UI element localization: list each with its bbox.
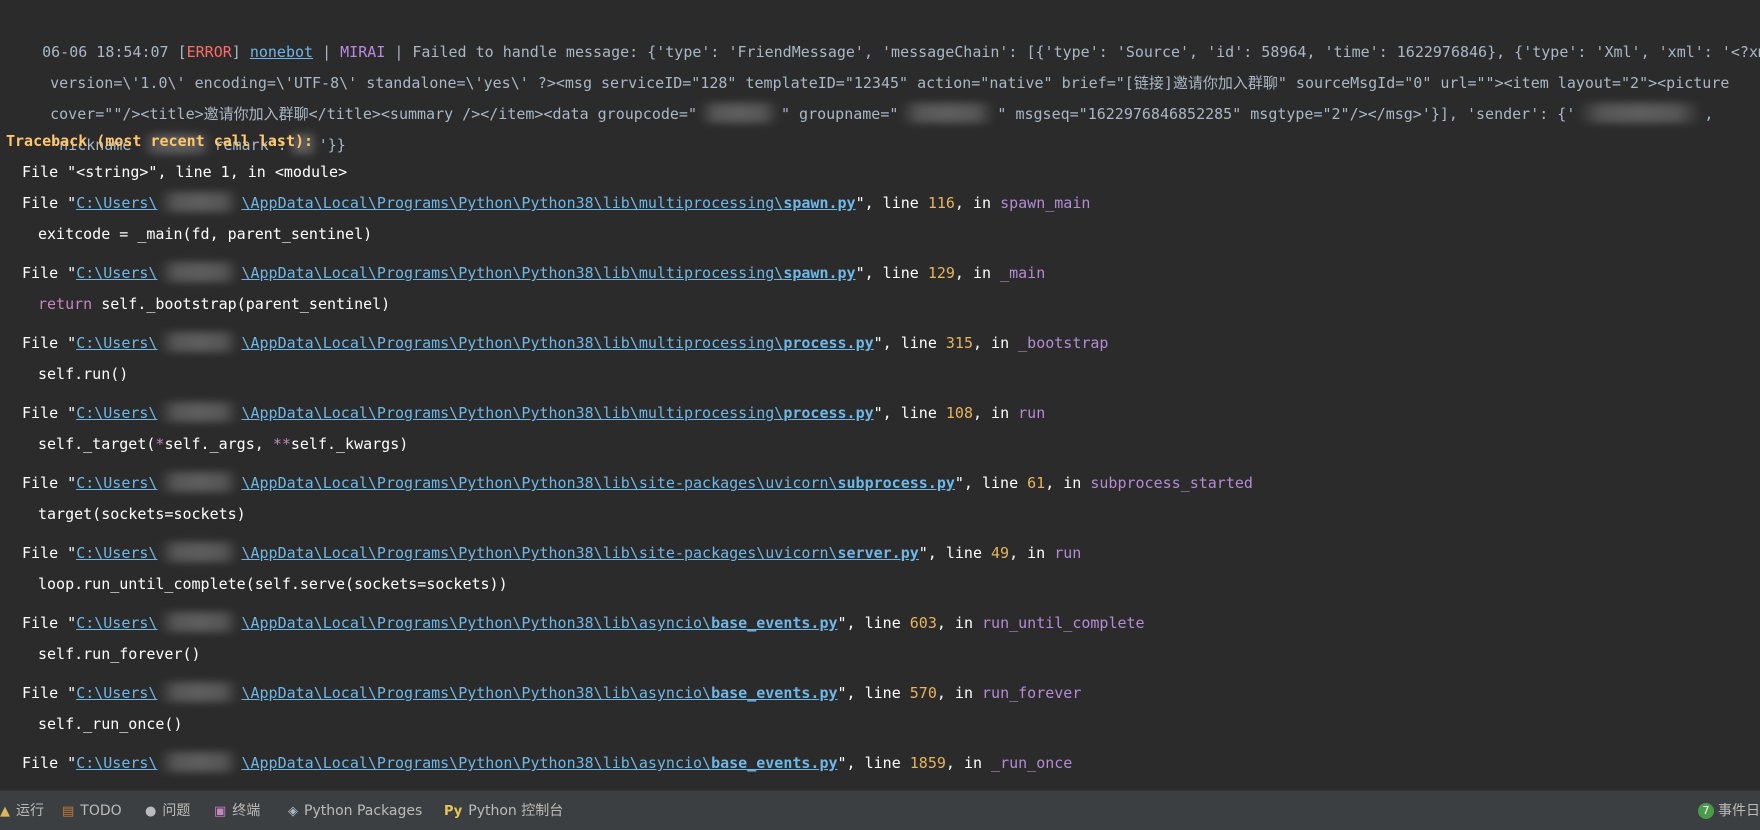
- traceback-frame: File "C:\Users\ \AppData\Local\Programs\P…: [22, 612, 1145, 632]
- function-name: run: [1018, 404, 1046, 422]
- function-name: run: [1054, 544, 1082, 562]
- line-number: 49: [991, 544, 1010, 562]
- traceback-frame: File "C:\Users\ \AppData\Local\Programs\P…: [22, 402, 1046, 422]
- bottom-tool-window-bar: ▲ 运行 ▤ TODO ● 问题 ▣ 终端 ◈ Python Packages Py Pyt…: [0, 790, 1760, 830]
- traceback-frame: File "<string>", line 1, in <module>: [22, 163, 348, 181]
- line-number: 603: [909, 614, 937, 632]
- redacted-username: [159, 612, 240, 632]
- function-name: run_until_complete: [982, 614, 1145, 632]
- function-name: spawn_main: [1000, 194, 1091, 212]
- event-log-tool-button[interactable]: 7 事件日: [1698, 791, 1760, 830]
- event-log-count-badge: 7: [1698, 803, 1714, 819]
- source-code-line: self._run_once(): [38, 715, 183, 733]
- function-name: _bootstrap: [1018, 334, 1109, 352]
- traceback-frame: File "C:\Users\ \AppData\Local\Programs\P…: [22, 192, 1091, 212]
- python-console-icon: Py: [444, 804, 463, 819]
- file-path-link[interactable]: C:\Users\ \AppData\Local\Programs\Python\…: [76, 472, 955, 492]
- terminal-tool-button[interactable]: ▣ 终端: [214, 791, 260, 830]
- file-path-link[interactable]: C:\Users\ \AppData\Local\Programs\Python\…: [76, 752, 838, 772]
- run-tool-button[interactable]: ▲ 运行: [0, 791, 44, 830]
- problems-icon: ●: [145, 804, 157, 819]
- redacted-username: [159, 192, 240, 212]
- file-path-link[interactable]: C:\Users\ \AppData\Local\Programs\Python\…: [76, 332, 874, 352]
- source-code-line: self.run(): [38, 365, 129, 383]
- redacted-username: [159, 752, 240, 772]
- file-path-link[interactable]: C:\Users\ \AppData\Local\Programs\Python\…: [76, 192, 856, 212]
- source-code-line: exitcode = _main(fd, parent_sentinel): [38, 225, 373, 243]
- redacted-username: [159, 542, 240, 562]
- line-number: 61: [1027, 474, 1046, 492]
- redacted-text: [900, 103, 996, 123]
- function-name: run_forever: [982, 684, 1082, 702]
- traceback-frame: File "C:\Users\ \AppData\Local\Programs\P…: [22, 752, 1073, 772]
- todo-icon: ▤: [62, 804, 75, 819]
- event-log-label: 事件日: [1718, 803, 1760, 819]
- traceback-frame: File "C:\Users\ \AppData\Local\Programs\P…: [22, 332, 1109, 352]
- line-number: 108: [945, 404, 973, 422]
- line-number: 315: [945, 334, 973, 352]
- file-path-link[interactable]: C:\Users\ \AppData\Local\Programs\Python\…: [76, 262, 856, 282]
- file-path-link[interactable]: C:\Users\ \AppData\Local\Programs\Python\…: [76, 612, 838, 632]
- problems-tool-button[interactable]: ● 问题: [145, 791, 190, 830]
- traceback-frame: File "C:\Users\ \AppData\Local\Programs\P…: [22, 542, 1082, 562]
- file-path-link[interactable]: C:\Users\ \AppData\Local\Programs\Python\…: [76, 682, 838, 702]
- run-icon: ▲: [0, 804, 10, 819]
- log-line: cover=""/><title>邀请你加入群聊</title><summary…: [50, 103, 1714, 123]
- file-path-link[interactable]: C:\Users\ \AppData\Local\Programs\Python\…: [76, 402, 874, 422]
- log-line: 06-06 18:54:07 [ERROR] nonebot | MIRAI |…: [6, 0, 1760, 61]
- terminal-icon: ▣: [214, 804, 227, 819]
- redacted-username: [159, 262, 240, 282]
- source-code-line: return self._bootstrap(parent_sentinel): [38, 295, 391, 313]
- redacted-username: [159, 332, 240, 352]
- function-name: _run_once: [991, 754, 1073, 772]
- traceback-frame: File "C:\Users\ \AppData\Local\Programs\P…: [22, 682, 1082, 702]
- line-number: 116: [927, 194, 955, 212]
- traceback-frame: File "C:\Users\ \AppData\Local\Programs\P…: [22, 472, 1253, 492]
- log-line: 'nickname' remark': '}}: [50, 134, 346, 154]
- todo-tool-button[interactable]: ▤ TODO: [62, 791, 122, 830]
- traceback-header: Traceback (most recent call last):: [6, 132, 314, 150]
- redacted-username: [159, 472, 240, 492]
- python-console-tool-button[interactable]: Py Python 控制台: [444, 791, 563, 830]
- traceback-frame: File "C:\Users\ \AppData\Local\Programs\P…: [22, 262, 1046, 282]
- redacted-username: [159, 682, 240, 702]
- python-packages-tool-button[interactable]: ◈ Python Packages: [288, 791, 422, 830]
- redacted-text: [698, 103, 779, 123]
- line-number: 570: [909, 684, 937, 702]
- line-number: 129: [927, 264, 955, 282]
- function-name: subprocess_started: [1090, 474, 1253, 492]
- redacted-username: [159, 402, 240, 422]
- source-code-line: self._target(*self._args, **self._kwargs…: [38, 435, 409, 453]
- function-name: _main: [1000, 264, 1046, 282]
- run-console-output[interactable]: 06-06 18:54:07 [ERROR] nonebot | MIRAI |…: [0, 0, 1760, 790]
- source-code-line: target(sockets=sockets): [38, 505, 246, 523]
- python-packages-icon: ◈: [288, 804, 298, 819]
- file-path-link[interactable]: C:\Users\ \AppData\Local\Programs\Python\…: [76, 542, 919, 562]
- line-number: 1859: [909, 754, 946, 772]
- source-code-line: self.run_forever(): [38, 645, 201, 663]
- redacted-text: [1577, 103, 1703, 123]
- source-code-line: loop.run_until_complete(self.serve(socke…: [38, 575, 508, 593]
- log-line: version=\'1.0\' encoding=\'UTF-8\' stand…: [14, 31, 1729, 92]
